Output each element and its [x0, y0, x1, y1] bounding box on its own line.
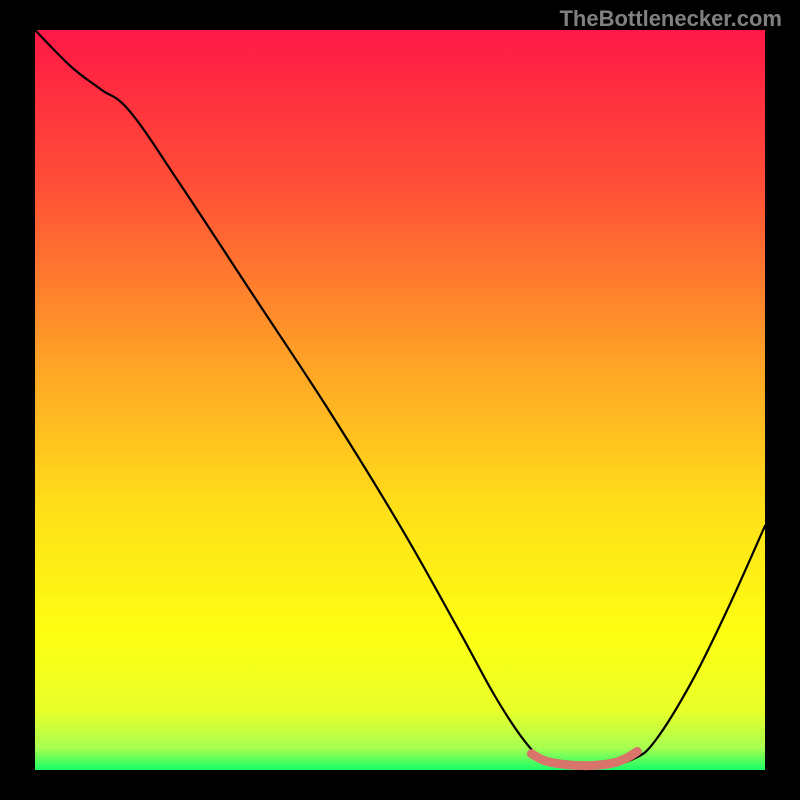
- bottleneck-chart: [0, 0, 800, 800]
- chart-container: TheBottlenecker.com: [0, 0, 800, 800]
- gradient-background: [35, 30, 765, 770]
- watermark-text: TheBottlenecker.com: [559, 6, 782, 32]
